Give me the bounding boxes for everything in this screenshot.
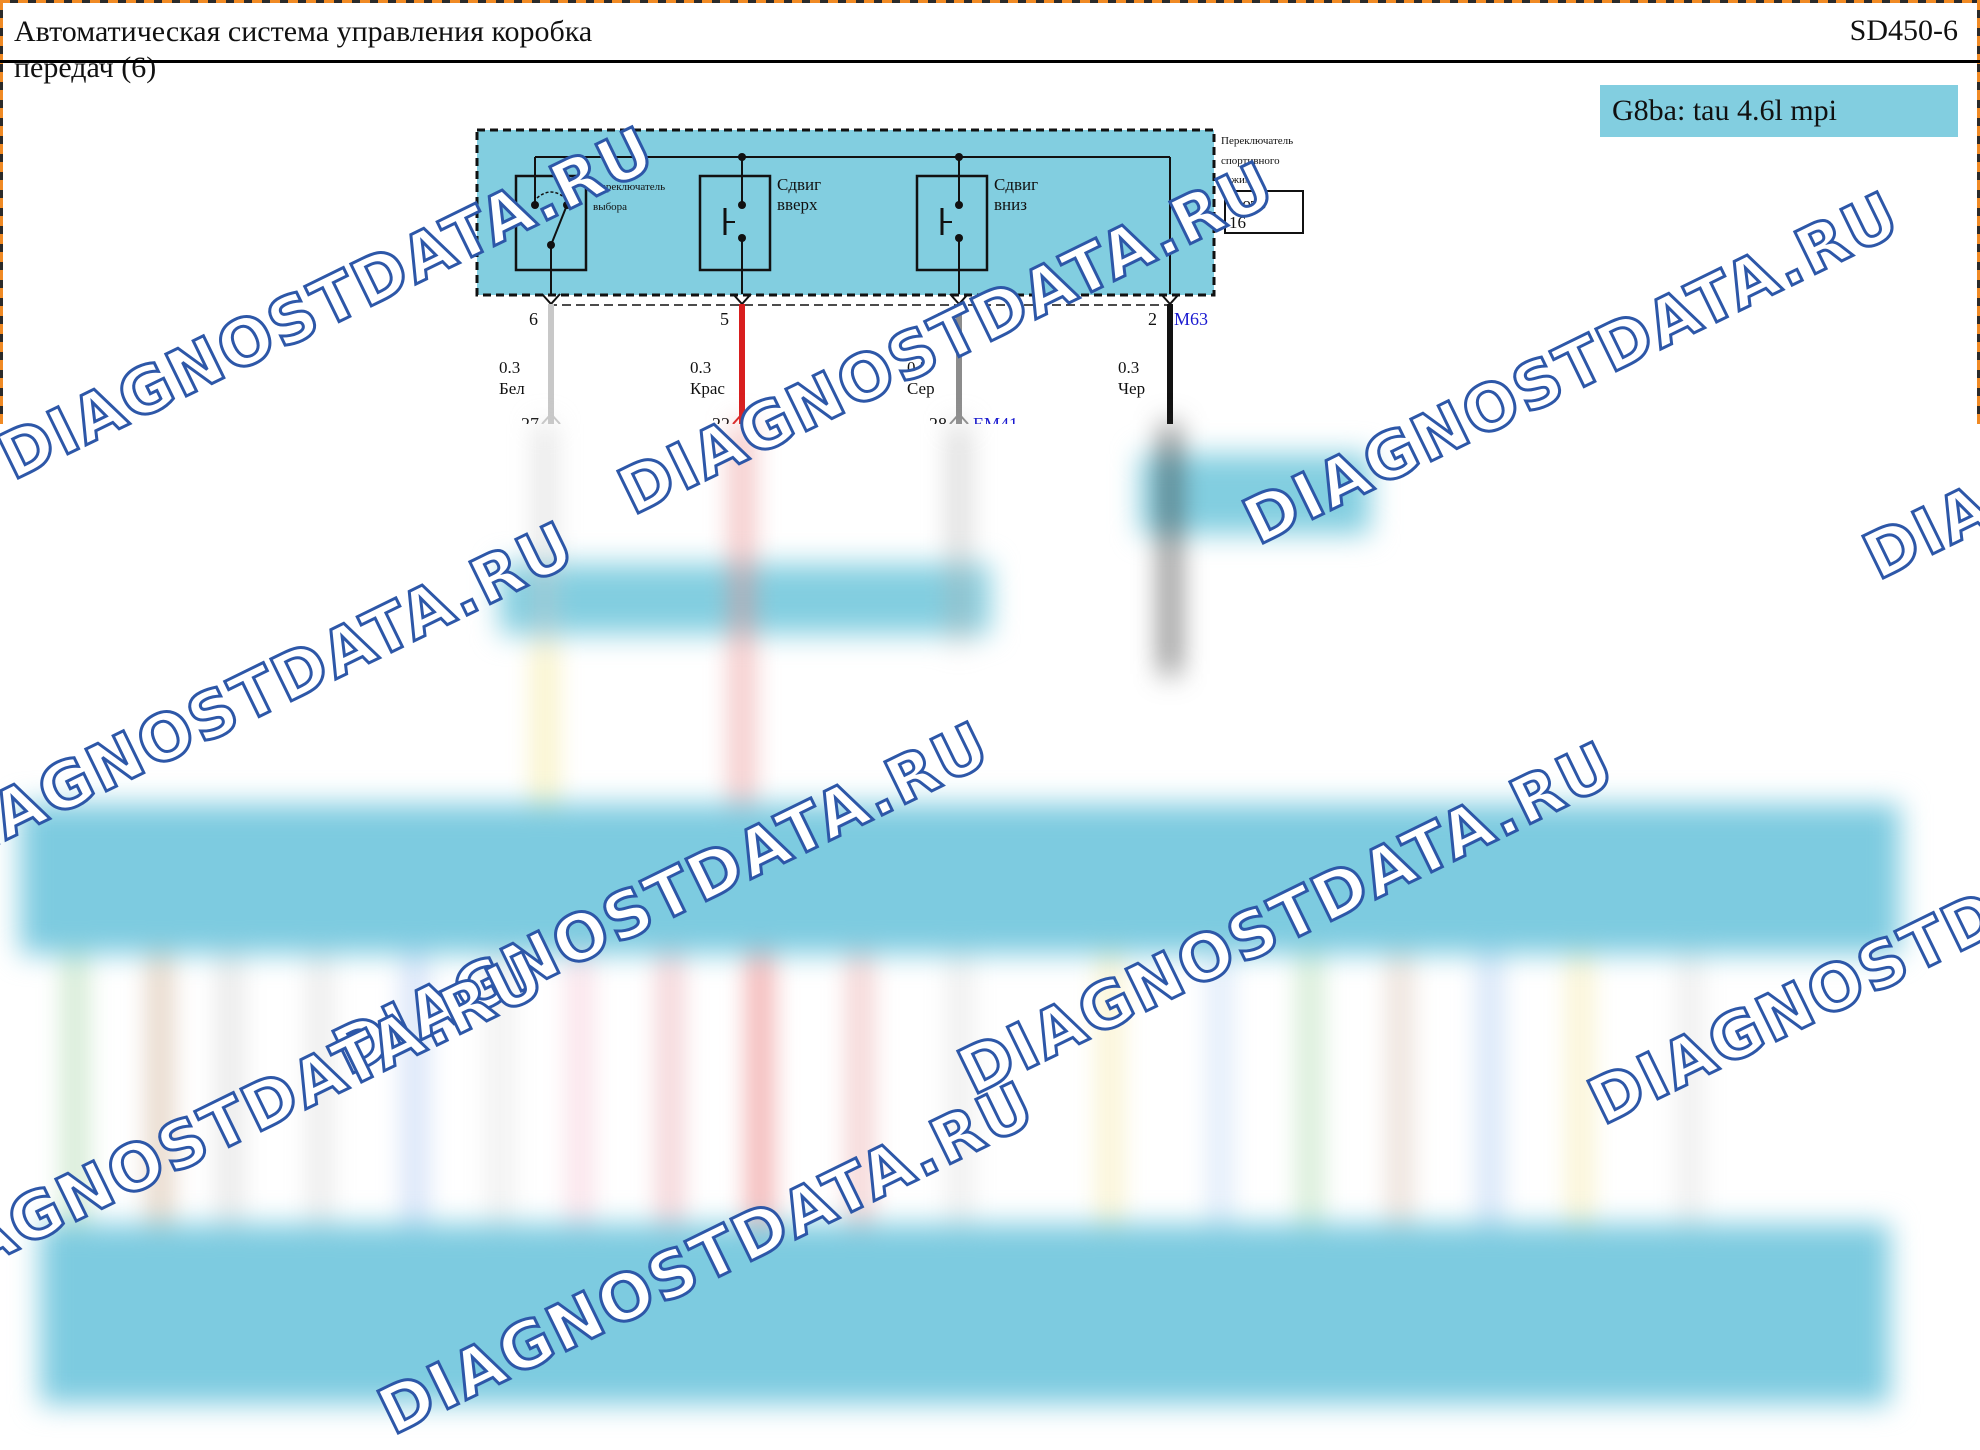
pin-number-6: 6	[529, 309, 538, 329]
blurred-diagram	[20, 424, 1900, 1404]
pin-number-2: 2	[1148, 309, 1157, 329]
shift-up-label-line1: Сдвиг	[777, 175, 821, 194]
obscured-diagram-region	[0, 424, 1980, 1416]
blurred-ecu-block	[20, 804, 1900, 954]
lower-pin-number: 28	[929, 414, 947, 424]
wiring-diagram: Переключатель выбора Сдвиг вверх Сдвиг в…	[475, 128, 1304, 424]
shift-down-contact-top	[955, 201, 963, 209]
wire-color-name: Бел	[499, 379, 525, 398]
wire-color-name: Крас	[690, 379, 725, 398]
wire-gauge: 0.3	[1118, 358, 1139, 377]
shift-up-label-line2: вверх	[777, 195, 818, 214]
connector-em41-label[interactable]: EM41	[973, 414, 1018, 424]
shift-down-label-line2: вниз	[994, 195, 1027, 214]
pin-number-5: 5	[720, 309, 729, 329]
connector-m63-label[interactable]: M63	[1174, 309, 1208, 329]
shift-down-label-line1: Сдвиг	[994, 175, 1038, 194]
wire-gauge: 0.3	[499, 358, 520, 377]
shift-up-contact-top	[738, 201, 746, 209]
blurred-lower-block	[40, 1224, 1890, 1404]
wire-color-name: Чер	[1118, 379, 1145, 398]
lower-pin-number: 27	[521, 414, 539, 424]
wire-gauge: 0.3	[690, 358, 711, 377]
module-name-line1: Переключатель	[1221, 135, 1293, 147]
